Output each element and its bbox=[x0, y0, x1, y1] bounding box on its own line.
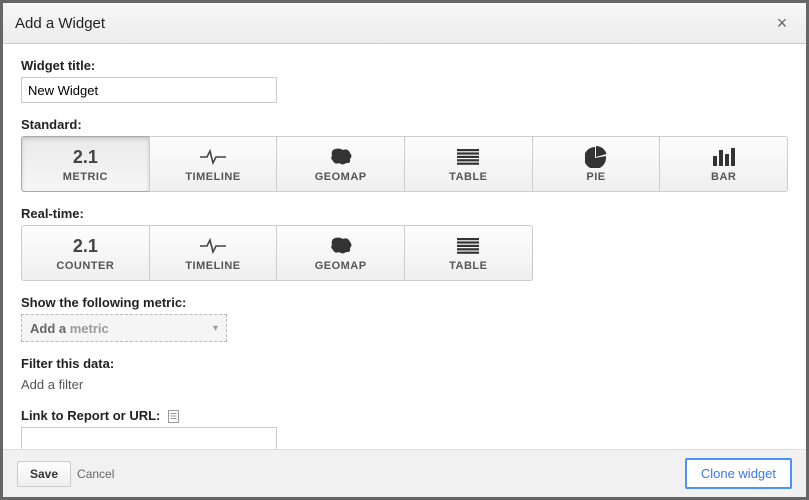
tile-rt-geomap[interactable]: GEOMAP bbox=[276, 225, 405, 281]
filter-data-label: Filter this data: bbox=[21, 356, 788, 371]
widget-title-label: Widget title: bbox=[21, 58, 788, 73]
add-metric-dropdown[interactable]: Add a metric ▾ bbox=[21, 314, 227, 342]
cancel-button[interactable]: Cancel bbox=[77, 467, 114, 481]
link-report-label: Link to Report or URL: bbox=[21, 408, 160, 423]
standard-label: Standard: bbox=[21, 117, 788, 132]
modal-title: Add a Widget bbox=[15, 15, 105, 32]
add-metric-text: Add a metric bbox=[30, 321, 109, 336]
timeline-icon bbox=[199, 234, 227, 258]
tile-label: GEOMAP bbox=[315, 260, 367, 272]
link-url-input[interactable] bbox=[21, 427, 277, 449]
modal-body: Widget title: Standard: 2.1 METRIC TIMEL… bbox=[3, 44, 806, 449]
counter-number-icon: 2.1 bbox=[73, 234, 98, 258]
tile-label: GEOMAP bbox=[315, 171, 367, 183]
tile-label: PIE bbox=[586, 171, 605, 183]
close-button[interactable]: × bbox=[770, 11, 794, 35]
add-filter-link[interactable]: Add a filter bbox=[21, 375, 83, 394]
metric-number-icon: 2.1 bbox=[73, 145, 98, 169]
add-widget-modal: Add a Widget × Widget title: Standard: 2… bbox=[0, 0, 809, 500]
tile-pie[interactable]: PIE bbox=[532, 136, 661, 192]
bar-icon bbox=[712, 145, 736, 169]
tile-label: COUNTER bbox=[56, 260, 114, 272]
tile-label: BAR bbox=[711, 171, 736, 183]
chevron-down-icon: ▾ bbox=[213, 323, 218, 334]
tile-label: TIMELINE bbox=[185, 171, 240, 183]
widget-title-input[interactable] bbox=[21, 77, 277, 103]
show-metric-label: Show the following metric: bbox=[21, 295, 788, 310]
tile-label: METRIC bbox=[63, 171, 108, 183]
tile-timeline[interactable]: TIMELINE bbox=[149, 136, 278, 192]
pie-icon bbox=[585, 145, 607, 169]
tile-geomap[interactable]: GEOMAP bbox=[276, 136, 405, 192]
modal-header: Add a Widget × bbox=[3, 3, 806, 44]
tile-table[interactable]: TABLE bbox=[404, 136, 533, 192]
tile-rt-table[interactable]: TABLE bbox=[404, 225, 533, 281]
realtime-label: Real-time: bbox=[21, 206, 788, 221]
tile-label: TIMELINE bbox=[185, 260, 240, 272]
standard-tiles: 2.1 METRIC TIMELINE GEOMAP bbox=[21, 136, 788, 192]
geomap-icon bbox=[327, 234, 355, 258]
timeline-icon bbox=[199, 145, 227, 169]
save-button[interactable]: Save bbox=[17, 461, 71, 487]
modal-footer: Save Cancel Clone widget bbox=[3, 449, 806, 497]
table-icon bbox=[457, 145, 479, 169]
tile-bar[interactable]: BAR bbox=[659, 136, 788, 192]
table-icon bbox=[457, 234, 479, 258]
tile-label: TABLE bbox=[449, 171, 487, 183]
realtime-tiles: 2.1 COUNTER TIMELINE GEOMAP bbox=[21, 225, 788, 281]
tile-rt-timeline[interactable]: TIMELINE bbox=[149, 225, 278, 281]
tile-metric[interactable]: 2.1 METRIC bbox=[21, 136, 150, 192]
footer-left: Save Cancel bbox=[17, 461, 114, 487]
document-icon bbox=[168, 410, 179, 423]
clone-widget-button[interactable]: Clone widget bbox=[685, 458, 792, 489]
tile-label: TABLE bbox=[449, 260, 487, 272]
close-icon: × bbox=[777, 13, 788, 33]
tile-counter[interactable]: 2.1 COUNTER bbox=[21, 225, 150, 281]
geomap-icon bbox=[327, 145, 355, 169]
